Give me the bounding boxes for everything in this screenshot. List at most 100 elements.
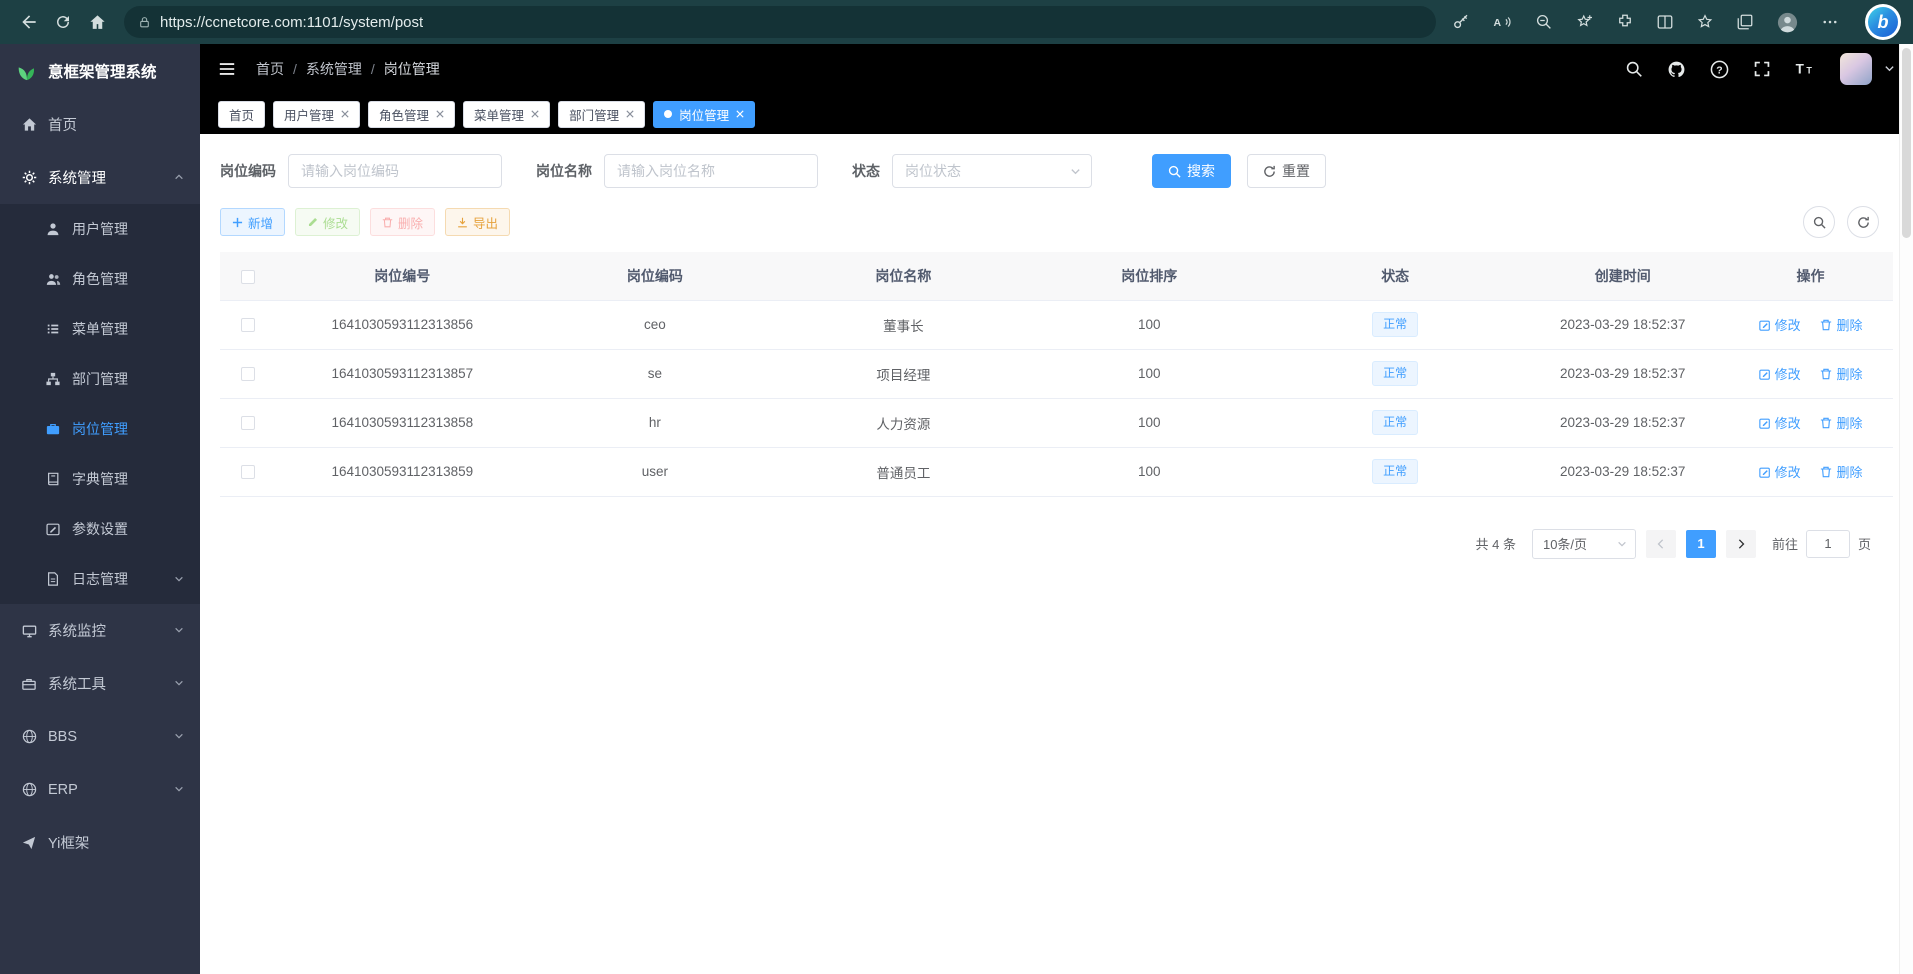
sidebar-item-menu-management[interactable]: 菜单管理 [0,304,200,354]
split-screen-icon[interactable] [1656,13,1674,31]
toolbox-icon [21,677,37,691]
cell-post-sort: 100 [1025,447,1273,496]
zoom-out-icon[interactable] [1535,13,1553,31]
extensions-icon[interactable] [1616,13,1634,31]
url-text[interactable]: https://ccnetcore.com:1101/system/post [160,14,423,31]
close-icon[interactable] [341,110,349,118]
more-options-icon[interactable] [1821,13,1839,31]
tab-post-management[interactable]: 岗位管理 [653,101,755,128]
favorites-icon[interactable] [1696,13,1714,31]
search-icon[interactable] [1625,60,1643,78]
row-edit-link[interactable]: 修改 [1759,364,1801,383]
fullscreen-icon[interactable] [1753,60,1771,78]
close-icon[interactable] [531,110,539,118]
refresh-table-button[interactable] [1847,206,1879,238]
sidebar-item-department-management[interactable]: 部门管理 [0,354,200,404]
sidebar-item-post-management[interactable]: 岗位管理 [0,404,200,454]
row-checkbox[interactable] [241,367,255,381]
select-all-checkbox[interactable] [241,270,255,284]
toggle-search-button[interactable] [1803,206,1835,238]
tab-home[interactable]: 首页 [218,101,265,128]
sidebar-item-system-tools[interactable]: 系统工具 [0,657,200,710]
post-code-input[interactable] [288,154,502,188]
sidebar-item-parameter-settings[interactable]: 参数设置 [0,504,200,554]
send-icon [21,836,37,850]
browser-profile-avatar[interactable] [1776,11,1799,34]
prev-page-button[interactable] [1646,530,1676,558]
next-page-button[interactable] [1726,530,1756,558]
page-number-button[interactable]: 1 [1686,530,1716,558]
site-lock-icon[interactable] [138,16,151,29]
sidebar-item-log-management[interactable]: 日志管理 [0,554,200,604]
delete-button[interactable]: 删除 [370,208,435,236]
filter-form: 岗位编码 岗位名称 状态 岗位状态 [220,154,1893,188]
user-avatar[interactable] [1840,53,1872,85]
export-button[interactable]: 导出 [445,208,510,236]
home-icon[interactable] [80,5,114,39]
sidebar-item-home[interactable]: 首页 [0,98,200,151]
row-delete-link[interactable]: 删除 [1820,462,1862,481]
sidebar-item-user-management[interactable]: 用户管理 [0,204,200,254]
tab-role-management[interactable]: 角色管理 [368,101,455,128]
back-icon[interactable] [12,5,46,39]
sidebar-item-system-management[interactable]: 系统管理 [0,151,200,204]
row-edit-link[interactable]: 修改 [1759,413,1801,432]
search-button[interactable]: 搜索 [1152,154,1231,188]
add-favorite-icon[interactable] [1575,13,1594,31]
cell-post-name: 董事长 [781,300,1025,349]
add-button[interactable]: 新增 [220,208,285,236]
bing-copilot-button[interactable]: b [1865,4,1901,40]
breadcrumb-current: 岗位管理 [384,59,440,79]
collections-icon[interactable] [1736,13,1754,31]
chevron-down-icon [174,782,184,798]
breadcrumb-home[interactable]: 首页 [256,59,284,79]
refresh-icon[interactable] [46,5,80,39]
sidebar-toggle-icon[interactable] [218,60,236,78]
pencil-square-icon [1759,319,1771,331]
tab-menu-management[interactable]: 菜单管理 [463,101,550,128]
help-icon[interactable]: ? [1710,60,1729,79]
breadcrumb-system[interactable]: 系统管理 [306,59,362,79]
sidebar-item-system-monitor[interactable]: 系统监控 [0,604,200,657]
page-size-select[interactable]: 10条/页 [1532,529,1636,559]
sidebar-item-bbs[interactable]: BBS [0,710,200,763]
password-key-icon[interactable] [1452,13,1470,31]
sidebar-item-yi-framework[interactable]: Yi框架 [0,816,200,869]
status-select[interactable]: 岗位状态 [892,154,1092,188]
document-icon [45,572,61,586]
tab-department-management[interactable]: 部门管理 [558,101,645,128]
sidebar-item-dictionary-management[interactable]: 字典管理 [0,454,200,504]
row-delete-link[interactable]: 删除 [1820,364,1862,383]
cell-post-sort: 100 [1025,300,1273,349]
scrollbar-thumb[interactable] [1902,48,1911,238]
row-checkbox[interactable] [241,318,255,332]
avatar-dropdown-caret-icon[interactable] [1884,61,1895,77]
close-icon[interactable] [436,110,444,118]
reset-button[interactable]: 重置 [1247,154,1326,188]
address-bar[interactable]: https://ccnetcore.com:1101/system/post [124,6,1436,38]
font-size-icon[interactable]: TT [1795,60,1816,78]
row-edit-link[interactable]: 修改 [1759,315,1801,334]
status-label: 状态 [852,161,880,181]
row-checkbox[interactable] [241,416,255,430]
goto-page-input[interactable] [1806,530,1850,558]
github-icon[interactable] [1667,60,1686,79]
table-row: 1641030593112313856 ceo 董事长 100 正常 2023-… [220,300,1893,349]
row-checkbox[interactable] [241,465,255,479]
row-edit-link[interactable]: 修改 [1759,462,1801,481]
pagination-goto: 前往 页 [1772,530,1871,558]
sidebar-item-role-management[interactable]: 角色管理 [0,254,200,304]
read-aloud-icon[interactable]: A [1492,13,1513,31]
row-delete-link[interactable]: 删除 [1820,315,1862,334]
row-delete-link[interactable]: 删除 [1820,413,1862,432]
close-icon[interactable] [736,110,744,118]
sidebar-item-erp[interactable]: ERP [0,763,200,816]
post-name-input[interactable] [604,154,818,188]
app-logo: 意框架管理系统 [0,44,200,98]
close-icon[interactable] [626,110,634,118]
tab-user-management[interactable]: 用户管理 [273,101,360,128]
svg-text:T: T [1806,66,1812,76]
trash-icon [1820,466,1832,478]
edit-button[interactable]: 修改 [295,208,360,236]
page-scrollbar[interactable] [1899,44,1913,974]
